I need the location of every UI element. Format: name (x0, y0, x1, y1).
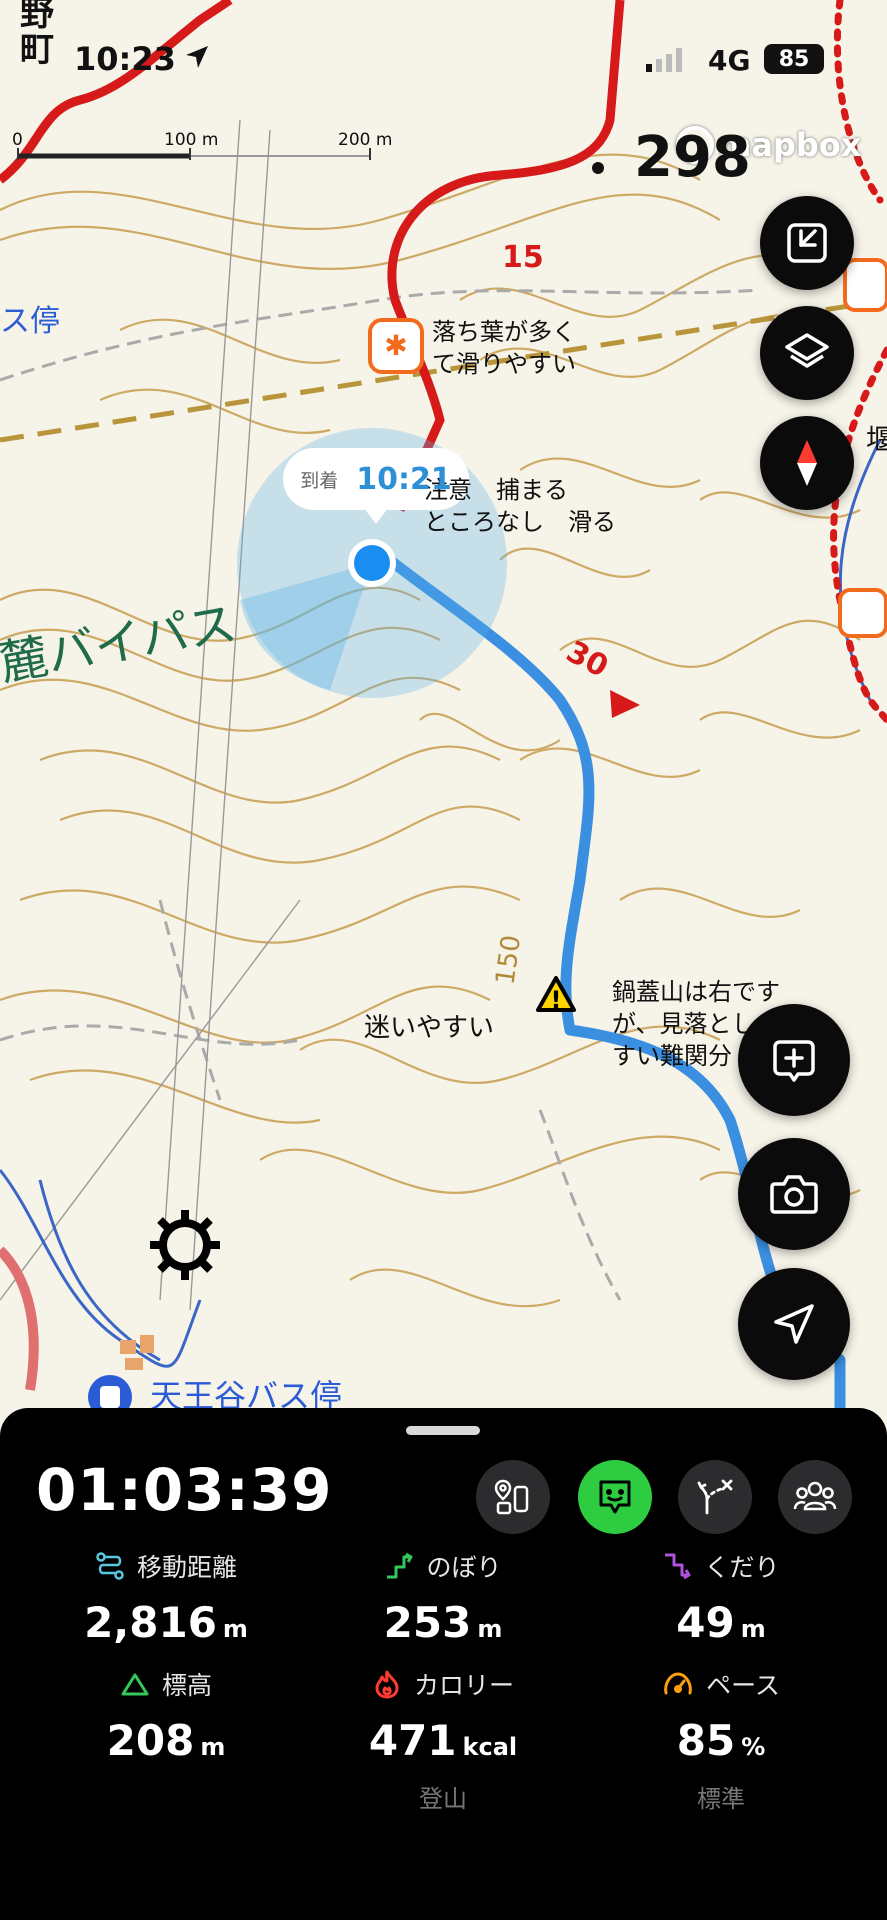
checkpoint-icon (494, 1479, 529, 1515)
battery-icon: 85 (764, 44, 824, 74)
contour-label: 150 (490, 933, 528, 987)
scale-label-end: 200 m (338, 130, 393, 150)
activity-bottom-sheet[interactable]: 01:03:39 移動距離 2,816 m のぼり 253 m くだり 49 m 標高… (0, 1408, 887, 1920)
note-lost[interactable]: 迷いやすい (364, 1012, 494, 1044)
cellular-signal-icon (646, 48, 682, 76)
status-time: 10:23 (74, 40, 176, 78)
route-icon (96, 1552, 124, 1580)
corner-label: 野町 (20, 0, 54, 70)
add-memo-icon (773, 1040, 815, 1082)
note-leaves[interactable]: 落ち葉が多く て滑りやすい (432, 316, 576, 380)
smile-memo-icon (599, 1480, 631, 1514)
fit-route-icon (787, 223, 827, 263)
add-memo-button[interactable] (738, 1004, 850, 1116)
eta-time: 10:21 (356, 461, 452, 497)
layers-icon (785, 333, 829, 368)
bus-stop-label-1: ス停 (0, 304, 60, 339)
mountain-icon (121, 1673, 149, 1696)
compass-button[interactable] (760, 416, 854, 510)
calories-activity-type: 登山 (419, 1785, 467, 1813)
group-chip[interactable] (778, 1460, 852, 1534)
route-branch-icon (697, 1479, 733, 1515)
navigation-arrow-icon (774, 1304, 814, 1344)
layers-button[interactable] (760, 306, 854, 400)
eta-label: 到着 (300, 469, 339, 492)
memo-mode-chip[interactable] (578, 1460, 652, 1534)
group-icon (793, 1481, 837, 1511)
segment-time-15: 15 (502, 240, 544, 275)
current-location-button[interactable] (738, 1268, 850, 1380)
ascent-icon (387, 1552, 413, 1579)
speedometer-icon (664, 1672, 692, 1695)
compass-icon (797, 440, 817, 486)
peak-elevation: 298 (634, 125, 751, 190)
right-edge-label: 堰 (866, 423, 887, 456)
route-branch-chip[interactable] (678, 1460, 752, 1534)
descent-icon (665, 1553, 691, 1580)
location-arrow-icon (182, 42, 212, 72)
camera-icon (770, 1175, 818, 1214)
flame-icon (375, 1670, 399, 1699)
fit-route-button[interactable] (760, 196, 854, 290)
leaves-warning-icon: ✱ (368, 318, 424, 374)
stat-distance: 移動距離 2,816 m (84, 1552, 248, 1647)
scale-label-mid: 100 m (164, 130, 219, 150)
camera-button[interactable] (738, 1138, 850, 1250)
eta-bubble[interactable]: 到着 10:21 (283, 448, 469, 510)
svg-text:✱: ✱ (384, 329, 407, 362)
stat-calories: カロリー 471 kcal 登山 (298, 1666, 588, 1814)
stat-descent: くだり 49 m (576, 1548, 866, 1647)
scale-label-zero: 0 (12, 130, 23, 150)
pace-rating: 標準 (697, 1785, 745, 1813)
sheet-grabber[interactable] (406, 1426, 480, 1435)
checkpoint-chip[interactable] (476, 1460, 550, 1534)
stat-elevation: 標高 208 m (106, 1671, 226, 1765)
elapsed-time: 01:03:39 (36, 1456, 333, 1524)
network-type: 4G (708, 44, 751, 77)
svg-text:!: ! (551, 986, 562, 1014)
stat-pace: ペース 85% 標準 (576, 1666, 866, 1814)
stat-ascent: のぼり 253 m (383, 1552, 503, 1647)
